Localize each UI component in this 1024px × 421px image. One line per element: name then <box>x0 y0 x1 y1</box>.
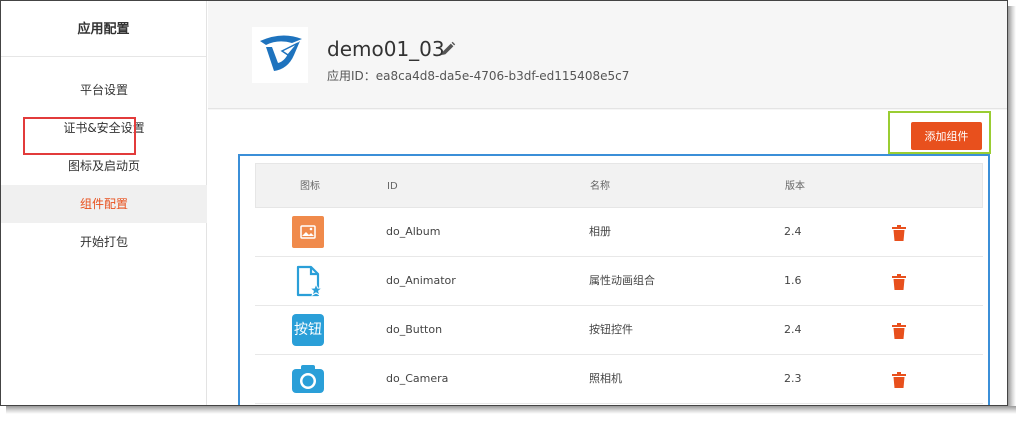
component-name: 相册 <box>589 225 611 238</box>
sidebar-title: 应用配置 <box>1 1 206 57</box>
delete-trash-icon[interactable] <box>892 323 906 339</box>
component-version: 2.3 <box>784 372 802 385</box>
sidebar-item-platform-settings[interactable]: 平台设置 <box>1 71 207 109</box>
component-config-content: 添加组件 图标 ID 名称 版本 do_Album 相册 2.4 do_Anim… <box>208 110 1007 405</box>
sidebar-item-label: 图标及启动页 <box>67 159 140 173</box>
component-id: do_Camera <box>386 372 449 385</box>
add-component-button[interactable]: 添加组件 <box>911 122 982 150</box>
column-header-version: 版本 <box>785 181 805 192</box>
delete-trash-icon[interactable] <box>892 225 906 241</box>
table-row: do_Camera 照相机 2.3 <box>255 355 983 404</box>
table-row: do_Animator 属性动画组合 1.6 <box>255 257 983 306</box>
column-header-name: 名称 <box>590 181 610 192</box>
component-id: do_Album <box>386 225 441 238</box>
sidebar-item-component-config[interactable]: 组件配置 <box>1 185 207 223</box>
sidebar-item-label: 组件配置 <box>79 197 128 211</box>
main-panel: demo01_03 应用ID：ea8ca4d8-da5e-4706-b3df-e… <box>208 1 1007 405</box>
active-item-highlight-box <box>23 117 136 155</box>
edit-pencil-icon[interactable] <box>440 41 456 57</box>
window-shadow-bottom <box>6 406 1016 414</box>
component-name: 属性动画组合 <box>589 274 655 287</box>
app-header: demo01_03 应用ID：ea8ca4d8-da5e-4706-b3df-e… <box>208 1 1007 109</box>
sidebar-menu: 平台设置 证书&安全设置 图标及启动页 组件配置 开始打包 <box>1 71 207 261</box>
camera-icon <box>292 363 324 395</box>
app-logo-icon <box>260 35 302 71</box>
component-version: 2.4 <box>784 323 802 336</box>
column-header-id: ID <box>387 181 398 192</box>
component-version: 2.4 <box>784 225 802 238</box>
column-header-icon: 图标 <box>300 181 320 192</box>
component-id: do_Button <box>386 323 443 336</box>
delete-trash-icon[interactable] <box>892 274 906 290</box>
button-icon: 按钮 <box>292 314 324 346</box>
app-logo <box>252 27 308 83</box>
button-icon-text: 按钮 <box>292 314 324 346</box>
animator-icon <box>292 265 324 297</box>
album-icon <box>292 216 324 248</box>
app-id-label: 应用ID： <box>327 69 376 83</box>
component-version: 1.6 <box>784 274 802 287</box>
table-row: 按钮 do_Button 按钮控件 2.4 <box>255 306 983 355</box>
component-name: 照相机 <box>589 372 622 385</box>
sidebar: 应用配置 平台设置 证书&安全设置 图标及启动页 组件配置 开始打包 <box>1 1 207 405</box>
sidebar-item-label: 平台设置 <box>79 83 128 97</box>
component-id: do_Animator <box>386 274 456 287</box>
component-name: 按钮控件 <box>589 323 633 336</box>
sidebar-item-label: 开始打包 <box>79 235 128 249</box>
window-shadow-right <box>1008 6 1016 408</box>
sidebar-item-start-packaging[interactable]: 开始打包 <box>1 223 207 261</box>
table-row: do_Album 相册 2.4 <box>255 208 983 257</box>
app-id-row: 应用ID：ea8ca4d8-da5e-4706-b3df-ed115408e5c… <box>327 67 629 84</box>
delete-trash-icon[interactable] <box>892 372 906 388</box>
app-window: 应用配置 平台设置 证书&安全设置 图标及启动页 组件配置 开始打包 demo0… <box>0 0 1008 406</box>
app-id-value: ea8ca4d8-da5e-4706-b3df-ed115408e5c7 <box>375 69 630 83</box>
component-table: 图标 ID 名称 版本 do_Album 相册 2.4 do_Animator … <box>238 154 990 405</box>
app-name: demo01_03 <box>327 37 445 61</box>
table-header-row: 图标 ID 名称 版本 <box>255 163 983 208</box>
